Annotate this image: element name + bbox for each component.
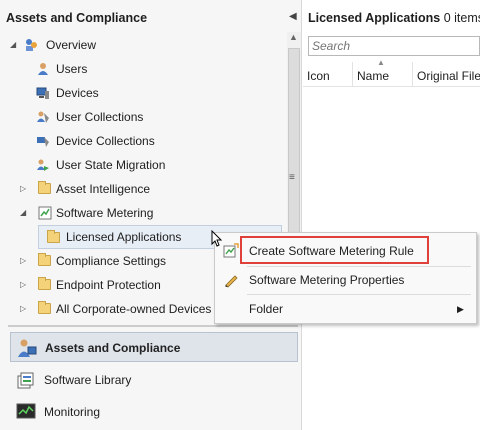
device-collections-icon (37, 137, 49, 147)
tree-item-label: Overview (46, 38, 97, 52)
grid-header: ▲ Icon Name Original File (303, 58, 480, 87)
tree-item-overview[interactable]: ◢ Overview (10, 34, 286, 56)
monitoring-icon (16, 403, 36, 419)
tree-item-label: Users (56, 62, 88, 76)
workspace-software-library[interactable]: Software Library (10, 365, 298, 395)
tree-item-device-collections[interactable]: Device Collections (24, 130, 286, 152)
software-library-icon (17, 372, 34, 389)
highlight-box (240, 236, 429, 264)
tree-item-user-collections[interactable]: User Collections (24, 106, 286, 128)
tree-item-devices[interactable]: Devices (24, 82, 286, 104)
users-icon (38, 63, 48, 75)
tree-item-label: Device Collections (56, 134, 155, 148)
folder-icon (38, 277, 51, 290)
item-count: 0 items (443, 11, 480, 25)
tree-item-software-metering[interactable]: ◢ Software Metering (20, 202, 286, 224)
tree-item-label: Endpoint Protection (56, 278, 161, 292)
workspace-assets-and-compliance[interactable]: Assets and Compliance (10, 332, 298, 362)
column-header-icon[interactable]: Icon (303, 62, 353, 86)
tree-item-users[interactable]: Users (24, 58, 286, 80)
expand-arrow-icon[interactable]: ▷ (20, 250, 30, 272)
user-collections-icon (37, 111, 49, 123)
tree-item-label: User State Migration (56, 158, 166, 172)
tree-item-label: Software Metering (56, 206, 154, 220)
workspace-label: Monitoring (44, 405, 101, 419)
menu-separator (247, 266, 471, 267)
tree-item-label: Licensed Applications (66, 230, 182, 244)
scroll-up-icon[interactable]: ▲ (289, 32, 298, 42)
column-header-original-file[interactable]: Original File (413, 62, 480, 86)
folder-icon (38, 253, 51, 266)
overview-icon (26, 39, 37, 51)
expand-arrow-icon[interactable]: ◢ (10, 34, 20, 56)
expand-arrow-icon[interactable]: ▷ (20, 298, 30, 320)
menu-item-software-metering-properties[interactable]: Software Metering Properties (215, 268, 476, 292)
navigation-title: Assets and Compliance (6, 11, 148, 25)
mouse-cursor-icon (211, 230, 223, 247)
search-box[interactable] (308, 36, 480, 56)
page-title-text: Licensed Applications (308, 11, 441, 25)
navigation-header: Assets and Compliance ◀ (0, 6, 300, 28)
devices-icon (36, 87, 49, 99)
tree-item-user-state-migration[interactable]: User State Migration (24, 154, 286, 176)
user-state-migration-icon (37, 159, 49, 171)
tree-item-label: Asset Intelligence (56, 182, 151, 196)
menu-item-label: Software Metering Properties (249, 273, 405, 287)
workspace-divider[interactable] (8, 325, 298, 327)
search-input[interactable] (309, 37, 479, 55)
folder-icon (47, 230, 60, 243)
menu-item-folder[interactable]: Folder ▶ (215, 297, 476, 321)
tree-item-label: All Corporate-owned Devices (56, 302, 212, 316)
assets-compliance-icon (18, 339, 37, 357)
workspace-monitoring[interactable]: Monitoring (10, 397, 298, 427)
submenu-arrow-icon: ▶ (457, 304, 464, 314)
tree-item-label: Compliance Settings (56, 254, 167, 268)
tree-item-label: User Collections (56, 110, 144, 124)
page-title: Licensed Applications 0 items (308, 11, 480, 25)
tree-item-asset-intelligence[interactable]: ▷ Asset Intelligence (20, 178, 286, 200)
expand-arrow-icon[interactable]: ▷ (20, 178, 30, 200)
expand-arrow-icon[interactable]: ▷ (20, 274, 30, 296)
collapse-pane-icon[interactable]: ◀ (289, 11, 297, 22)
tree-item-label: Devices (56, 86, 99, 100)
menu-separator (247, 294, 471, 295)
collapse-arrow-icon[interactable]: ◢ (20, 202, 30, 224)
column-header-name[interactable]: Name (353, 62, 413, 86)
grip-icon[interactable]: ≡ (289, 172, 295, 183)
workspace-label: Software Library (44, 373, 132, 387)
create-rule-icon (223, 243, 239, 258)
pencil-icon (225, 275, 238, 288)
folder-icon (38, 181, 51, 194)
menu-item-label: Folder (249, 302, 284, 316)
workspace-label: Assets and Compliance (45, 341, 181, 355)
folder-icon (38, 301, 51, 314)
software-metering-icon (38, 206, 52, 220)
